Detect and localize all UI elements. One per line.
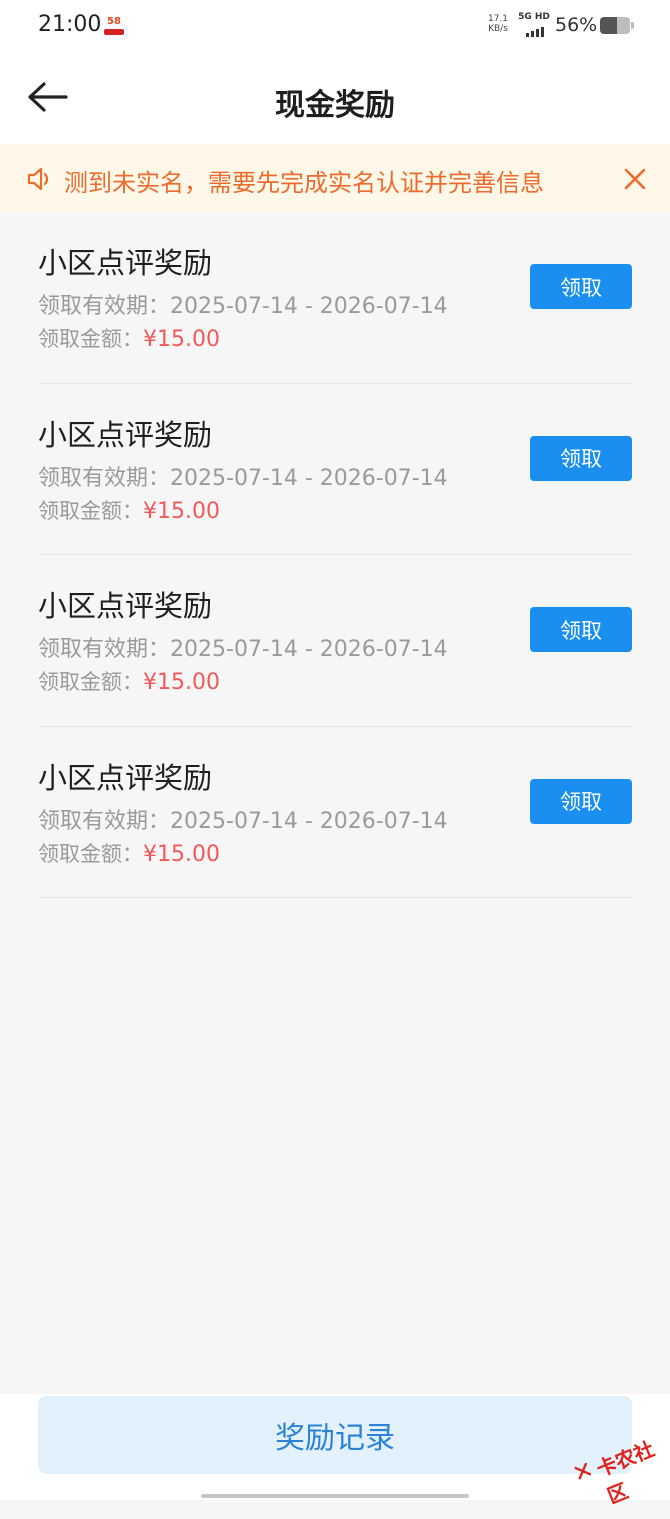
claim-button[interactable]: 领取 — [530, 435, 632, 481]
reward-validity: 领取有效期：2025-07-14 - 2026-07-14 — [38, 460, 448, 492]
amount-label: 领取金额： — [38, 670, 143, 694]
claim-button[interactable]: 领取 — [530, 607, 632, 652]
battery-icon — [600, 17, 630, 34]
battery-cap — [631, 22, 634, 29]
reward-item: 小区点评奖励 领取有效期：2025-07-14 - 2026-07-14 领取金… — [38, 384, 632, 555]
validity-label: 领取有效期： — [38, 637, 171, 662]
network-speed-unit: KB/s — [488, 24, 508, 34]
network-type: 5G HD — [518, 12, 550, 22]
claim-button[interactable]: 领取 — [530, 778, 632, 824]
signal-icon — [526, 27, 548, 37]
notice-text: 测到未实名，需要先完成实名认证并完善信息 — [64, 169, 544, 197]
reward-amount: ¥15.00 — [143, 841, 220, 867]
network-speed: 17.1 KB/s — [484, 14, 512, 34]
validity-dates: 2025-07-14 - 2026-07-14 — [170, 294, 448, 319]
reward-item: 小区点评奖励 领取有效期：2025-07-14 - 2026-07-14 领取金… — [38, 555, 632, 727]
reward-record-button[interactable]: 奖励记录 — [38, 1396, 632, 1474]
amount-label: 领取金额： — [38, 327, 143, 351]
reward-amount-row: 领取金额：¥15.00 — [38, 323, 220, 353]
app-badge-text: 58 — [107, 16, 121, 27]
amount-label: 领取金额： — [38, 841, 143, 866]
page-title: 现金奖励 — [275, 88, 395, 123]
validity-dates: 2025-07-14 - 2026-07-14 — [170, 465, 448, 491]
reward-title: 小区点评奖励 — [38, 246, 213, 280]
battery-percent: 56% — [555, 14, 598, 36]
reward-validity: 领取有效期：2025-07-14 - 2026-07-14 — [38, 631, 448, 663]
amount-label: 领取金额： — [38, 498, 143, 523]
bottom-bar: 奖励记录 — [0, 1394, 670, 1500]
speaker-icon — [27, 167, 49, 191]
reward-list: 小区点评奖励 领取有效期：2025-07-14 - 2026-07-14 领取金… — [38, 212, 632, 898]
validity-dates: 2025-07-14 - 2026-07-14 — [170, 808, 448, 834]
reward-item: 小区点评奖励 领取有效期：2025-07-14 - 2026-07-14 领取金… — [38, 727, 632, 898]
network-speed-value: 17.1 — [487, 14, 509, 24]
claim-button[interactable]: 领取 — [530, 264, 632, 309]
validity-label: 领取有效期： — [38, 808, 171, 834]
reward-amount-row: 领取金额：¥15.00 — [38, 838, 220, 868]
validity-label: 领取有效期： — [38, 465, 171, 491]
reward-item: 小区点评奖励 领取有效期：2025-07-14 - 2026-07-14 领取金… — [38, 212, 632, 384]
status-time: 21:00 — [38, 12, 102, 37]
home-indicator[interactable] — [201, 1494, 469, 1498]
reward-validity: 领取有效期：2025-07-14 - 2026-07-14 — [38, 803, 448, 835]
reward-title: 小区点评奖励 — [38, 417, 213, 452]
nav-bar: 现金奖励 — [0, 54, 670, 144]
reward-title: 小区点评奖励 — [38, 589, 213, 623]
notice-bar: 测到未实名，需要先完成实名认证并完善信息 — [0, 144, 670, 212]
reward-validity: 领取有效期：2025-07-14 - 2026-07-14 — [38, 288, 448, 320]
validity-dates: 2025-07-14 - 2026-07-14 — [170, 637, 448, 662]
reward-amount: ¥15.00 — [143, 498, 220, 524]
reward-amount: ¥15.00 — [143, 670, 220, 695]
reward-amount: ¥15.00 — [143, 327, 220, 352]
reward-title: 小区点评奖励 — [38, 760, 213, 795]
app-notification-icon: 58 — [104, 16, 124, 36]
reward-amount-row: 领取金额：¥15.00 — [38, 666, 220, 696]
validity-label: 领取有效期： — [38, 294, 171, 319]
status-bar: 21:00 58 17.1 KB/s 5G HD 56% — [0, 0, 670, 54]
close-icon[interactable] — [620, 164, 650, 194]
reward-amount-row: 领取金额：¥15.00 — [38, 495, 220, 525]
